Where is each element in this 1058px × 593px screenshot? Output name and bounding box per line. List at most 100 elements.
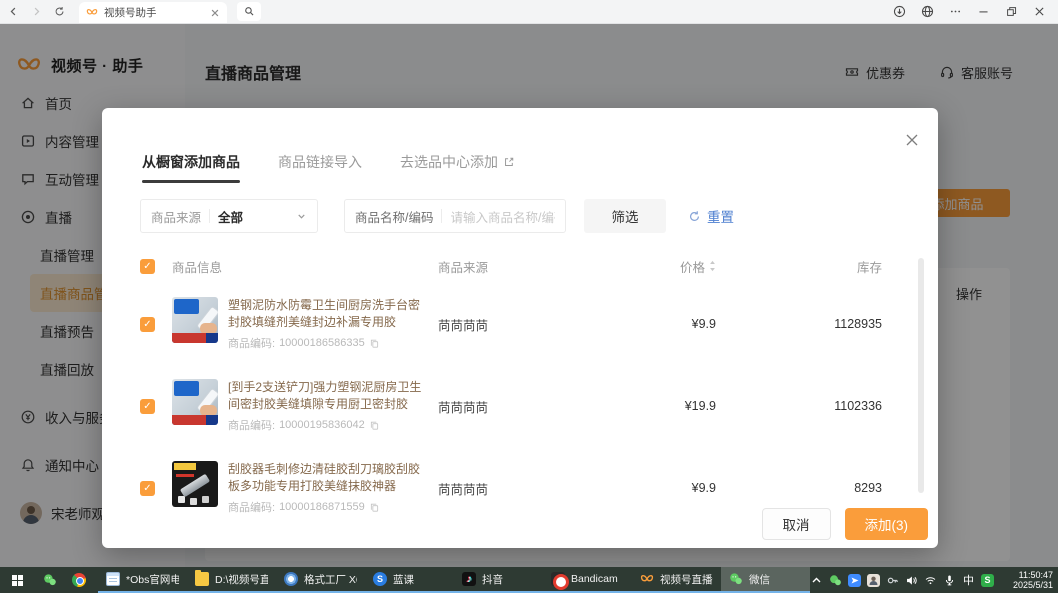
contact-tray-icon[interactable] [867,574,880,587]
row-checkbox-checked[interactable]: ✓ [140,481,155,496]
taskbar-app-wechat[interactable]: 微信 [721,567,810,593]
confirm-add-button[interactable]: 添加(3) [845,508,929,540]
tray-date: 2025/5/31 [1003,580,1053,591]
copy-icon[interactable] [369,338,380,349]
start-button[interactable] [0,567,35,593]
table-header-row: ✓ 商品信息 商品来源 价格 库存 [102,249,938,283]
product-name[interactable]: 刮胶器毛刺修边清硅胶刮刀璃胶刮胶板多功能专用打胶美缝抹胶神器 [228,461,430,495]
taskbar-chrome-icon[interactable] [65,567,94,593]
dongle-tray-icon[interactable] [886,574,899,587]
modal-scrollbar[interactable] [918,258,924,493]
search-placeholder: 请输入商品名称/编码搜索 [450,207,555,226]
filter-button[interactable]: 筛选 [584,199,666,233]
download-icon[interactable] [893,5,906,18]
wechat-icon [43,573,57,587]
refresh-reset-icon [688,210,701,223]
ff-icon [284,572,298,586]
product-name[interactable]: 塑钢泥防水防霉卫生间厨房洗手台密封胶填缝剂美缝封边补漏专用胶150ml... [228,297,430,331]
browser-tab[interactable]: 视频号助手 [79,2,227,23]
globe-icon[interactable] [921,5,934,18]
security-tray-icon[interactable]: S [981,574,994,587]
ime-indicator[interactable]: 中 [962,572,975,588]
forward-icon[interactable] [26,2,46,22]
tray-clock[interactable]: 11:50:472025/5/31 [1003,570,1053,591]
modal-tab[interactable]: 从橱窗添加商品 [142,152,240,183]
wechat-tray-icon[interactable] [829,574,842,587]
minimize-icon[interactable] [977,5,990,18]
reset-button[interactable]: 重置 [688,206,734,226]
reset-label: 重置 [707,206,734,226]
product-code-value: 10000186871559 [279,501,365,513]
modal-tabs: 从橱窗添加商品 商品链接导入 去选品中心添加 [102,108,938,183]
volume-icon[interactable] [905,574,918,587]
product-stock: 1102336 [724,399,882,413]
product-name[interactable]: [到手2支送铲刀]强力塑钢泥厨房卫生间密封胶美缝填隙专用厨卫密封胶150M... [228,379,430,413]
mic-icon[interactable] [943,574,956,587]
tab-close-icon[interactable] [210,8,220,18]
product-info-cell: [到手2支送铲刀]强力塑钢泥厨房卫生间密封胶美缝填隙专用厨卫密封胶150M...… [172,379,430,433]
source-select-label: 商品来源 [151,207,201,226]
restore-icon[interactable] [1005,5,1018,18]
scraper-tool-photo [172,461,218,507]
product-text: 塑钢泥防水防霉卫生间厨房洗手台密封胶填缝剂美缝封边补漏专用胶150ml... 商品… [228,297,430,351]
sealant-tube-photo [172,297,218,343]
product-info-cell: 塑钢泥防水防霉卫生间厨房洗手台密封胶填缝剂美缝封边补漏专用胶150ml... 商品… [172,297,430,351]
more-icon[interactable] [949,5,962,18]
divider [441,209,442,223]
source-select[interactable]: 商品来源 全部 [140,199,318,233]
taskbar-app-bandicam[interactable]: Bandicam [543,567,632,593]
browser-window-controls [893,5,1058,18]
modal-filters: 商品来源 全部 商品名称/编码 请输入商品名称/编码搜索 筛选 重置 [140,199,938,233]
row-checkbox-checked[interactable]: ✓ [140,317,155,332]
taskbar-app-label: 格式工厂 X64 ... [304,572,357,587]
search-button[interactable] [237,2,261,21]
modal-close-icon[interactable] [904,132,920,148]
chevron-down-icon [296,211,307,222]
chrome-icon [72,573,86,587]
table-row: ✓ 塑钢泥防水防霉卫生间厨房洗手台密封胶填缝剂美缝封边补漏专用胶150ml... 商… [102,283,938,365]
copy-icon[interactable] [369,420,380,431]
taskbar-app-label: *Obs官网电脑... [126,572,179,587]
taskbar-app-douyin[interactable]: ♪抖音 [454,567,543,593]
taskbar-wechat-pinned-icon[interactable] [35,567,64,593]
row-checkbox-checked[interactable]: ✓ [140,399,155,414]
stock-column-header: 库存 [724,257,882,276]
copy-icon[interactable] [369,502,380,513]
taskbar-app-label: Bandicam [571,573,618,585]
product-search-field[interactable]: 商品名称/编码 请输入商品名称/编码搜索 [344,199,566,233]
refresh-icon[interactable] [49,2,69,22]
product-stock: 1128935 [724,317,882,331]
search-field-label: 商品名称/编码 [355,207,433,226]
product-code-label: 商品编码: [228,335,275,351]
product-code: 商品编码: 10000195836042 [228,417,430,433]
network-icon[interactable] [924,574,937,587]
divider [209,209,210,223]
taskbar-app-folder[interactable]: D:\视频号直播... [187,567,276,593]
taskbar-app-notepad[interactable]: *Obs官网电脑... [98,567,187,593]
close-icon[interactable] [1033,5,1046,18]
cancel-button[interactable]: 取消 [762,508,831,540]
product-stock: 8293 [724,481,882,495]
price-column-header[interactable]: 价格 [576,257,716,276]
product-price: ¥19.9 [576,399,716,413]
modal-tab[interactable]: 商品链接导入 [278,152,362,183]
taskbar-app-ff[interactable]: 格式工厂 X64 ... [276,567,365,593]
channels-favicon-icon [86,7,98,18]
taskbar-app-channels[interactable]: 视频号直播伴侣 [632,567,721,593]
back-icon[interactable] [3,2,23,22]
product-text: 刮胶器毛刺修边清硅胶刮刀璃胶刮胶板多功能专用打胶美缝抹胶神器商品编码: 1000… [228,461,430,515]
notepad-icon [106,572,120,586]
meeting-tray-icon[interactable] [848,574,861,587]
taskbar-app-label: 抖音 [482,572,503,587]
product-code-label: 商品编码: [228,417,275,433]
tray-expand-icon[interactable] [810,574,823,587]
select-all-checkbox[interactable]: ✓ [140,259,155,274]
taskbar-app-lanke[interactable]: S蓝课 [365,567,454,593]
product-price: ¥9.9 [576,481,716,495]
product-code: 商品编码: 10000186871559 [228,499,430,515]
price-header-label: 价格 [680,257,705,276]
product-source: 苘苘苘苘 [438,397,568,416]
product-code-label: 商品编码: [228,499,275,515]
modal-footer: 取消 添加(3) [762,508,929,540]
modal-tab[interactable]: 去选品中心添加 [400,152,515,183]
